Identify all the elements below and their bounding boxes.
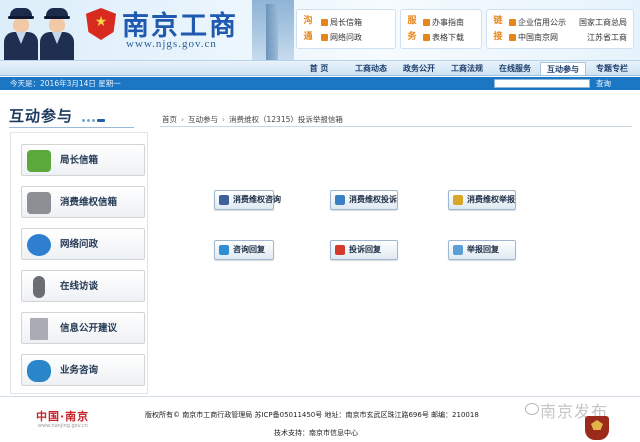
main-nav: 首 页 工商动态 政务公开 工商法规 在线服务 互动参与 专题专栏: [0, 60, 640, 76]
arrow-icon: [423, 19, 430, 26]
arrow-icon: [321, 19, 328, 26]
sidebar-item-online-politics[interactable]: 网络问政: [21, 228, 145, 260]
sidebar-item-label: 消费维权信箱: [60, 197, 118, 208]
header-link-director-mailbox[interactable]: 局长信箱: [321, 17, 362, 28]
footer-copyright: 版权所有© 南京市工商行政管理局 苏ICP备05011450号 地址：南京市玄武…: [145, 411, 479, 419]
consumer-report-button[interactable]: 消费维权举报: [448, 190, 516, 210]
breadcrumb-interaction[interactable]: 互动参与: [188, 115, 218, 124]
footer-logo-url: www.nanjing.gov.cn: [38, 423, 88, 429]
reply-report-icon: [453, 245, 463, 255]
header-link-jiangsu[interactable]: 江苏省工商: [587, 32, 627, 43]
complaint-icon: [335, 195, 345, 205]
header-link-credit[interactable]: 企业信用公示: [509, 17, 566, 28]
wechat-icon: [525, 403, 539, 415]
nav-home[interactable]: 首 页: [296, 62, 342, 75]
footer-logo[interactable]: 中国·南京: [36, 408, 89, 424]
header-box-tag: 链接: [493, 16, 503, 42]
arrow-icon: [321, 34, 328, 41]
chevron-right-icon: ›: [222, 115, 225, 124]
sidebar-item-label: 业务咨询: [60, 365, 99, 376]
sidebar-item-disclosure-advice[interactable]: 信息公开建议: [21, 312, 145, 344]
sidebar-item-label: 网络问政: [60, 239, 99, 250]
sidebar-panel: 局长信箱 消费维权信箱 网络问政 在线访谈 信息公开建议 业务咨询: [10, 132, 148, 394]
nav-gov-affairs[interactable]: 政务公开: [396, 62, 442, 75]
header-box-communication: 沟通 局长信箱 网络问政: [296, 9, 396, 49]
nav-special-topics[interactable]: 专题专栏: [588, 62, 636, 75]
microphone-icon: [33, 276, 45, 298]
officers-illustration: [0, 4, 82, 60]
footer-divider: [0, 396, 640, 397]
nav-interaction[interactable]: 互动参与: [540, 62, 586, 75]
header-link-online-politics[interactable]: 网络问政: [321, 32, 362, 43]
reply-complaint-icon: [335, 245, 345, 255]
sidebar-item-label: 在线访谈: [60, 281, 99, 292]
nav-online-service[interactable]: 在线服务: [492, 62, 538, 75]
header-box-service: 服务 办事指南 表格下载: [400, 9, 482, 49]
sidebar-title: 互动参与: [9, 107, 74, 125]
header-link-forms[interactable]: 表格下载: [423, 32, 464, 43]
arrow-icon: [509, 34, 516, 41]
arrow-icon: [423, 34, 430, 41]
sidebar-item-business-consult[interactable]: 业务咨询: [21, 354, 145, 386]
header-link-guide[interactable]: 办事指南: [423, 17, 464, 28]
nav-regulations[interactable]: 工商法规: [444, 62, 490, 75]
arrow-icon: [509, 19, 516, 26]
sidebar-item-interview[interactable]: 在线访谈: [21, 270, 145, 302]
report-icon: [453, 195, 463, 205]
envelope-icon: [27, 150, 51, 172]
header-box-tag: 沟通: [303, 16, 313, 42]
building-image: [252, 0, 294, 60]
document-icon: [30, 318, 48, 340]
reply-consult-icon: [219, 245, 229, 255]
sidebar-item-consumer-mailbox[interactable]: 消费维权信箱: [21, 186, 145, 218]
consult-icon: [219, 195, 229, 205]
industry-commerce-emblem-icon: [86, 8, 116, 40]
header-box-links: 链接 企业信用公示 国家工商总局 中国南京网 江苏省工商: [486, 9, 634, 49]
globe-icon: [27, 234, 51, 256]
sidebar-item-director-mailbox[interactable]: 局长信箱: [21, 144, 145, 176]
header-link-saic[interactable]: 国家工商总局: [579, 17, 627, 28]
consult-reply-button[interactable]: 咨询回复: [214, 240, 274, 260]
officer-figure: [4, 8, 38, 60]
title-decoration: [82, 115, 107, 124]
officer-figure: [40, 8, 74, 60]
header-link-nanjing[interactable]: 中国南京网: [509, 32, 558, 43]
nav-news[interactable]: 工商动态: [348, 62, 394, 75]
breadcrumb: 首页 › 互动参与 › 消费维权（12315）投诉举报信箱: [162, 114, 343, 125]
chevron-right-icon: ›: [181, 115, 184, 124]
breadcrumb-current[interactable]: 消费维权（12315）投诉举报信箱: [229, 115, 343, 124]
header-box-tag: 服务: [407, 16, 417, 42]
consumer-complaint-button[interactable]: 消费维权投诉: [330, 190, 398, 210]
chat-icon: [27, 360, 51, 382]
sidebar-item-label: 局长信箱: [60, 155, 99, 166]
police-badge-icon: [585, 416, 609, 440]
sidebar-item-label: 信息公开建议: [60, 323, 118, 334]
search-input[interactable]: [494, 79, 590, 88]
divider: [160, 126, 632, 127]
complaint-reply-button[interactable]: 投诉回复: [330, 240, 398, 260]
search-button[interactable]: 查询: [596, 78, 611, 89]
mail-icon: [27, 192, 51, 214]
site-header: 南京工商 www.njgs.gov.cn 沟通 局长信箱 网络问政 服务 办事指…: [0, 0, 640, 60]
divider: [9, 127, 134, 128]
current-date: 今天是：2016年3月14日 星期一: [10, 79, 121, 88]
report-reply-button[interactable]: 举报回复: [448, 240, 516, 260]
consumer-consult-button[interactable]: 消费维权咨询: [214, 190, 281, 210]
breadcrumb-home[interactable]: 首页: [162, 115, 177, 124]
site-url: www.njgs.gov.cn: [126, 38, 217, 50]
date-bar: 今天是：2016年3月14日 星期一 查询: [0, 77, 640, 90]
footer-tech-support: 技术支持：南京市信息中心: [274, 429, 358, 437]
